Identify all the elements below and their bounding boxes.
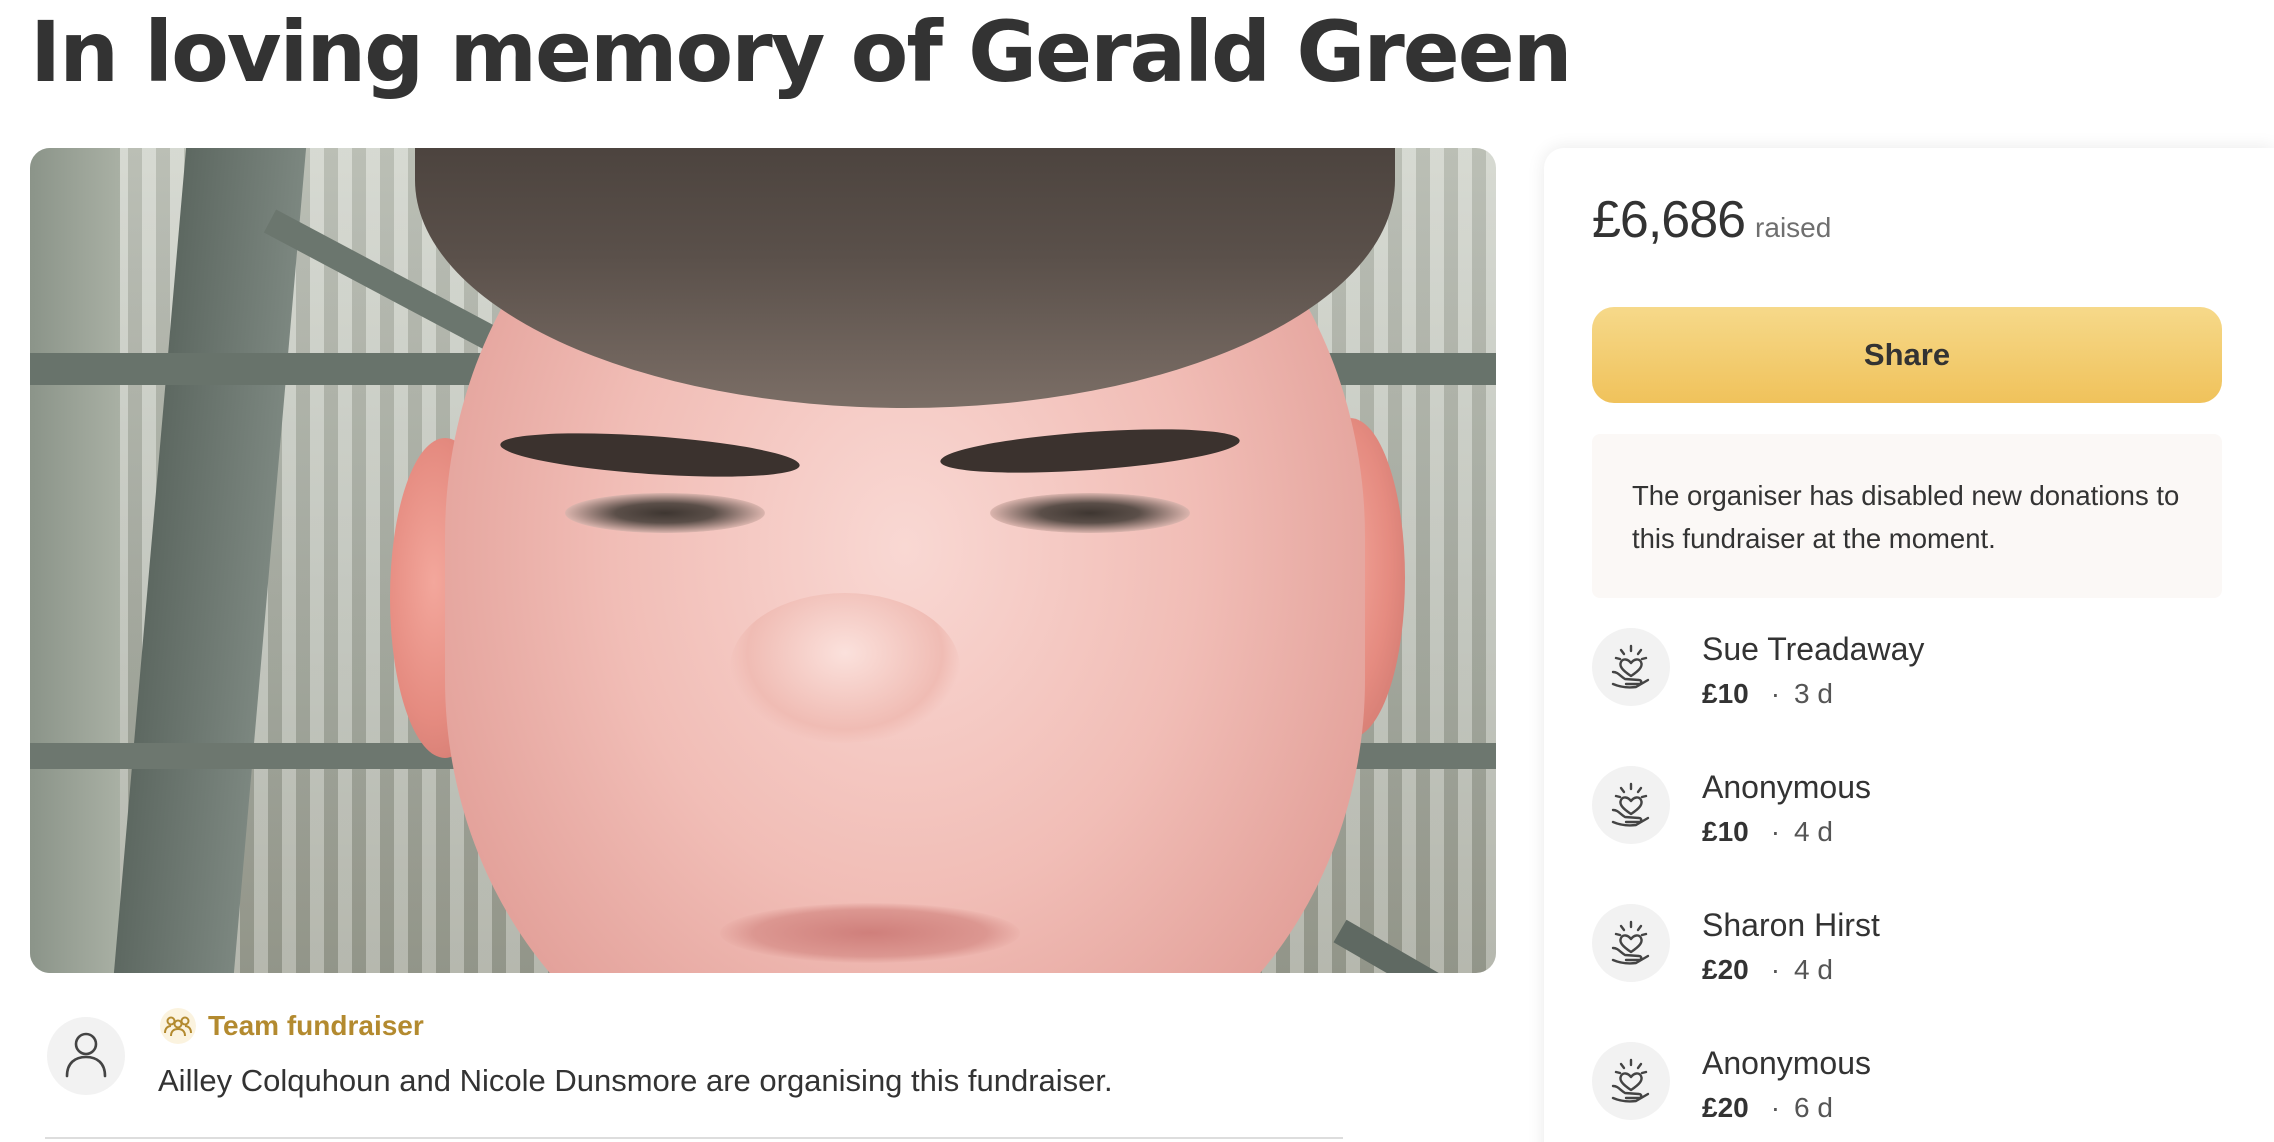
organiser-avatar[interactable] [47, 1017, 125, 1095]
donation-amount: £10 [1702, 678, 1749, 709]
donation-time: 4 d [1794, 954, 1833, 985]
meta-separator: · [1770, 1092, 1781, 1123]
fundraiser-photo[interactable] [30, 148, 1496, 973]
donation-time: 3 d [1794, 678, 1833, 709]
amount-raised: £6,686 raised [1592, 190, 1831, 250]
donation-sidebar: £6,686 raised Share The organiser has di… [1544, 148, 2274, 1142]
meta-separator: · [1770, 954, 1781, 985]
donation-item: Sue Treadaway £10 · 3 d [1592, 628, 2222, 766]
heart-hand-icon [1592, 766, 1670, 844]
organiser-description: Ailley Colquhoun and Nicole Dunsmore are… [158, 1063, 1113, 1098]
donation-time: 4 d [1794, 816, 1833, 847]
donation-amount: £20 [1702, 1092, 1749, 1123]
user-icon [63, 1029, 109, 1084]
heart-hand-icon [1592, 628, 1670, 706]
raised-amount: £6,686 [1592, 191, 1746, 249]
donation-item: Anonymous £20 · 6 d [1592, 1042, 2222, 1142]
donation-item: Sharon Hirst £20 · 4 d [1592, 904, 2222, 1042]
donation-amount: £10 [1702, 816, 1749, 847]
heart-hand-icon [1592, 1042, 1670, 1120]
donations-disabled-notice: The organiser has disabled new donations… [1592, 434, 2222, 598]
donor-name: Sue Treadaway [1702, 631, 1925, 667]
divider [45, 1137, 1343, 1139]
meta-separator: · [1770, 816, 1781, 847]
donation-time: 6 d [1794, 1092, 1833, 1123]
donation-item: Anonymous £10 · 4 d [1592, 766, 2222, 904]
donation-meta: £10 · 3 d [1702, 678, 1833, 710]
team-fundraiser-badge: Team fundraiser [160, 1008, 424, 1044]
heart-hand-icon [1592, 904, 1670, 982]
donation-amount: £20 [1702, 954, 1749, 985]
donation-meta: £10 · 4 d [1702, 816, 1833, 848]
donor-name: Sharon Hirst [1702, 907, 1880, 943]
share-button[interactable]: Share [1592, 307, 2222, 403]
meta-separator: · [1770, 678, 1781, 709]
recent-donations-list: Sue Treadaway £10 · 3 d Anonymous £10 · … [1592, 628, 2222, 1142]
team-fundraiser-label: Team fundraiser [208, 1010, 424, 1041]
donation-meta: £20 · 4 d [1702, 954, 1833, 986]
raised-label: raised [1755, 212, 1832, 243]
fundraiser-page: In loving memory of Gerald Green Team fu… [0, 0, 2274, 1142]
page-title: In loving memory of Gerald Green [30, 3, 1572, 101]
team-icon [160, 1008, 196, 1044]
donor-name: Anonymous [1702, 769, 1871, 805]
donor-name: Anonymous [1702, 1045, 1871, 1081]
donation-meta: £20 · 6 d [1702, 1092, 1833, 1124]
